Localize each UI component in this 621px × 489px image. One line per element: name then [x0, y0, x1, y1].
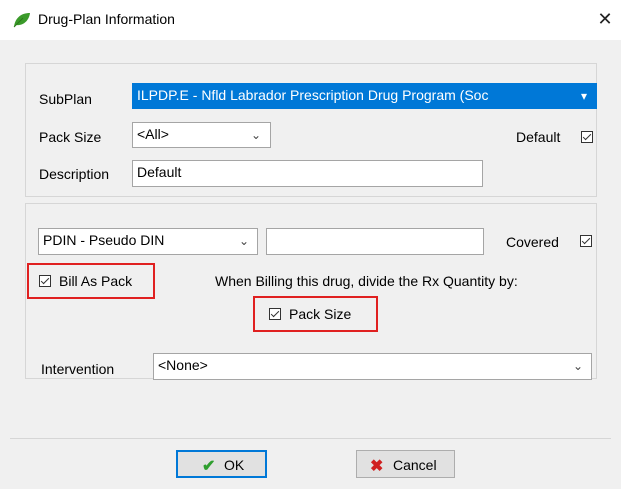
description-input[interactable]: Default — [132, 160, 483, 187]
subplan-select[interactable]: ILPDP.E - Nfld Labrador Prescription Dru… — [132, 83, 597, 109]
intervention-select[interactable]: <None> ⌄ — [153, 353, 592, 380]
intervention-label: Intervention — [41, 361, 115, 377]
footer-divider — [10, 438, 611, 439]
din-type-value: PDIN - Pseudo DIN — [43, 232, 165, 248]
intervention-value: <None> — [158, 357, 208, 373]
chevron-down-icon: ⌄ — [573, 359, 584, 373]
subplan-value: ILPDP.E - Nfld Labrador Prescription Dru… — [137, 87, 489, 103]
ok-button-label: OK — [224, 457, 245, 473]
cancel-button[interactable]: ✖ Cancel — [356, 450, 455, 478]
cancel-button-label: Cancel — [393, 457, 437, 473]
default-label: Default — [516, 129, 561, 145]
bill-as-pack-checkbox[interactable] — [39, 275, 51, 287]
pack-size-select[interactable]: <All> ⌄ — [132, 122, 271, 148]
default-checkbox[interactable] — [581, 131, 593, 143]
divide-instruction-text: When Billing this drug, divide the Rx Qu… — [215, 273, 518, 289]
covered-checkbox[interactable] — [580, 235, 592, 247]
dialog-body: SubPlan ILPDP.E - Nfld Labrador Prescrip… — [0, 40, 621, 489]
pack-size-value: <All> — [137, 126, 169, 142]
ok-button[interactable]: ✔ OK — [176, 450, 267, 478]
pack-size-checkbox-label[interactable]: Pack Size — [289, 306, 351, 322]
din-input[interactable] — [266, 228, 484, 255]
description-value: Default — [137, 164, 182, 180]
pack-size-label: Pack Size — [39, 129, 102, 145]
title-bar: Drug-Plan Information ✕ — [0, 0, 621, 40]
subplan-label: SubPlan — [39, 91, 92, 107]
chevron-down-icon: ⌄ — [251, 128, 262, 142]
pack-size-checkbox[interactable] — [269, 308, 281, 320]
covered-label: Covered — [506, 234, 559, 250]
checkmark-icon: ✔ — [202, 458, 216, 475]
description-label: Description — [39, 166, 110, 182]
din-type-select[interactable]: PDIN - Pseudo DIN ⌄ — [38, 228, 258, 255]
leaf-icon — [13, 13, 30, 28]
chevron-down-icon: ▾ — [581, 89, 588, 103]
close-icon[interactable]: ✕ — [596, 9, 614, 30]
bill-as-pack-label[interactable]: Bill As Pack — [59, 273, 132, 289]
x-icon: ✖ — [370, 458, 384, 475]
window-title: Drug-Plan Information — [38, 11, 175, 27]
chevron-down-icon: ⌄ — [239, 234, 250, 248]
